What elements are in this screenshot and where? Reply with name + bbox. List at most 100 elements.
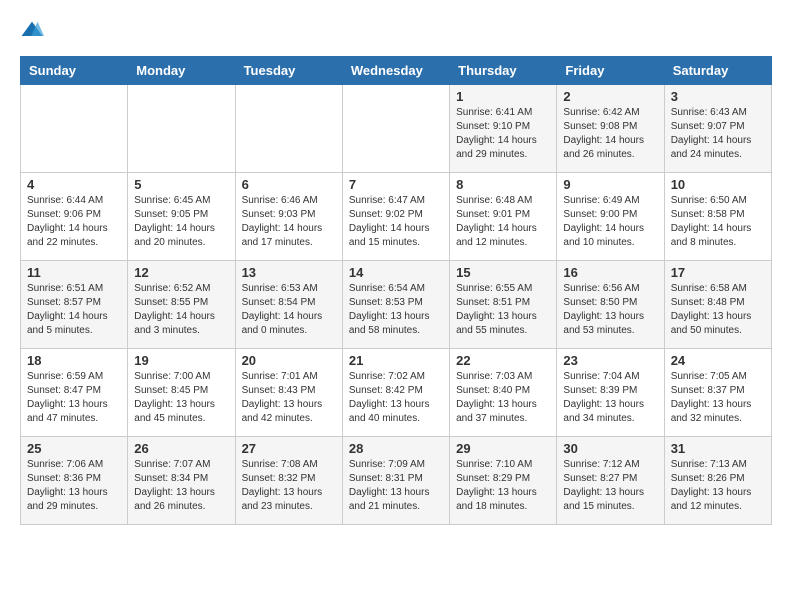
day-cell: 28 Sunrise: 7:09 AM Sunset: 8:31 PM Dayli…: [342, 437, 449, 525]
day-number: 26: [134, 441, 228, 456]
week-row-4: 18 Sunrise: 6:59 AM Sunset: 8:47 PM Dayli…: [21, 349, 772, 437]
day-cell: 11Sunrise: 6:51 AM Sunset: 8:57 PM Dayli…: [21, 261, 128, 349]
logo: [20, 20, 48, 40]
day-number: 10: [671, 177, 765, 192]
day-cell: 4 Sunrise: 6:44 AM Sunset: 9:06 PM Daylig…: [21, 173, 128, 261]
day-number: 4: [27, 177, 121, 192]
day-number: 2: [563, 89, 657, 104]
day-number: 1: [456, 89, 550, 104]
day-info: Sunrise: 6:42 AM Sunset: 9:08 PM Dayligh…: [563, 106, 657, 162]
day-cell: 7 Sunrise: 6:47 AM Sunset: 9:02 PM Daylig…: [342, 173, 449, 261]
day-cell: [235, 85, 342, 173]
day-cell: 9 Sunrise: 6:49 AM Sunset: 9:00 PM Daylig…: [557, 173, 664, 261]
day-info: Sunrise: 7:13 AM Sunset: 8:26 PM Dayligh…: [671, 458, 765, 514]
day-info: Sunrise: 7:03 AM Sunset: 8:40 PM Dayligh…: [456, 370, 550, 426]
day-info: Sunrise: 7:02 AM Sunset: 8:42 PM Dayligh…: [349, 370, 443, 426]
day-info: Sunrise: 7:12 AM Sunset: 8:27 PM Dayligh…: [563, 458, 657, 514]
day-info: Sunrise: 6:46 AM Sunset: 9:03 PM Dayligh…: [242, 194, 336, 250]
day-info: Sunrise: 7:09 AM Sunset: 8:31 PM Dayligh…: [349, 458, 443, 514]
weekday-header-saturday: Saturday: [664, 57, 771, 85]
day-info: Sunrise: 6:43 AM Sunset: 9:07 PM Dayligh…: [671, 106, 765, 162]
day-number: 30: [563, 441, 657, 456]
day-number: 23: [563, 353, 657, 368]
week-row-1: 1 Sunrise: 6:41 AM Sunset: 9:10 PM Daylig…: [21, 85, 772, 173]
day-info: Sunrise: 6:53 AM Sunset: 8:54 PM Dayligh…: [242, 282, 336, 338]
day-info: Sunrise: 7:07 AM Sunset: 8:34 PM Dayligh…: [134, 458, 228, 514]
day-cell: 15 Sunrise: 6:55 AM Sunset: 8:51 PM Dayli…: [450, 261, 557, 349]
day-number: 20: [242, 353, 336, 368]
day-number: 12: [134, 265, 228, 280]
day-number: 7: [349, 177, 443, 192]
day-number: 19: [134, 353, 228, 368]
day-number: 24: [671, 353, 765, 368]
weekday-header-thursday: Thursday: [450, 57, 557, 85]
day-number: 11: [27, 265, 121, 280]
day-number: 21: [349, 353, 443, 368]
day-number: 17: [671, 265, 765, 280]
day-number: 8: [456, 177, 550, 192]
calendar-table: SundayMondayTuesdayWednesdayThursdayFrid…: [20, 56, 772, 525]
day-cell: [128, 85, 235, 173]
day-info: Sunrise: 7:06 AM Sunset: 8:36 PM Dayligh…: [27, 458, 121, 514]
day-number: 28: [349, 441, 443, 456]
day-cell: 3 Sunrise: 6:43 AM Sunset: 9:07 PM Daylig…: [664, 85, 771, 173]
day-info: Sunrise: 6:45 AM Sunset: 9:05 PM Dayligh…: [134, 194, 228, 250]
week-row-2: 4 Sunrise: 6:44 AM Sunset: 9:06 PM Daylig…: [21, 173, 772, 261]
day-info: Sunrise: 6:48 AM Sunset: 9:01 PM Dayligh…: [456, 194, 550, 250]
day-cell: 13Sunrise: 6:53 AM Sunset: 8:54 PM Dayli…: [235, 261, 342, 349]
day-info: Sunrise: 6:44 AM Sunset: 9:06 PM Dayligh…: [27, 194, 121, 250]
day-number: 27: [242, 441, 336, 456]
day-cell: 19 Sunrise: 7:00 AM Sunset: 8:45 PM Dayli…: [128, 349, 235, 437]
day-cell: 2 Sunrise: 6:42 AM Sunset: 9:08 PM Daylig…: [557, 85, 664, 173]
day-number: 9: [563, 177, 657, 192]
day-info: Sunrise: 7:10 AM Sunset: 8:29 PM Dayligh…: [456, 458, 550, 514]
day-cell: 14 Sunrise: 6:54 AM Sunset: 8:53 PM Dayli…: [342, 261, 449, 349]
day-cell: 30 Sunrise: 7:12 AM Sunset: 8:27 PM Dayli…: [557, 437, 664, 525]
day-number: 31: [671, 441, 765, 456]
day-cell: [342, 85, 449, 173]
day-info: Sunrise: 6:47 AM Sunset: 9:02 PM Dayligh…: [349, 194, 443, 250]
day-info: Sunrise: 6:59 AM Sunset: 8:47 PM Dayligh…: [27, 370, 121, 426]
day-cell: 22 Sunrise: 7:03 AM Sunset: 8:40 PM Dayli…: [450, 349, 557, 437]
day-info: Sunrise: 6:56 AM Sunset: 8:50 PM Dayligh…: [563, 282, 657, 338]
day-number: 25: [27, 441, 121, 456]
weekday-header-monday: Monday: [128, 57, 235, 85]
day-cell: 18 Sunrise: 6:59 AM Sunset: 8:47 PM Dayli…: [21, 349, 128, 437]
week-row-3: 11Sunrise: 6:51 AM Sunset: 8:57 PM Dayli…: [21, 261, 772, 349]
day-cell: 10 Sunrise: 6:50 AM Sunset: 8:58 PM Dayli…: [664, 173, 771, 261]
day-number: 22: [456, 353, 550, 368]
day-number: 15: [456, 265, 550, 280]
day-number: 5: [134, 177, 228, 192]
day-info: Sunrise: 7:04 AM Sunset: 8:39 PM Dayligh…: [563, 370, 657, 426]
day-cell: 12 Sunrise: 6:52 AM Sunset: 8:55 PM Dayli…: [128, 261, 235, 349]
logo-icon: [20, 20, 44, 40]
day-cell: 16Sunrise: 6:56 AM Sunset: 8:50 PM Dayli…: [557, 261, 664, 349]
day-number: 29: [456, 441, 550, 456]
weekday-header-friday: Friday: [557, 57, 664, 85]
day-info: Sunrise: 6:54 AM Sunset: 8:53 PM Dayligh…: [349, 282, 443, 338]
day-cell: 1 Sunrise: 6:41 AM Sunset: 9:10 PM Daylig…: [450, 85, 557, 173]
day-cell: 8 Sunrise: 6:48 AM Sunset: 9:01 PM Daylig…: [450, 173, 557, 261]
day-info: Sunrise: 6:49 AM Sunset: 9:00 PM Dayligh…: [563, 194, 657, 250]
day-cell: 5 Sunrise: 6:45 AM Sunset: 9:05 PM Daylig…: [128, 173, 235, 261]
day-number: 18: [27, 353, 121, 368]
day-cell: 6Sunrise: 6:46 AM Sunset: 9:03 PM Daylig…: [235, 173, 342, 261]
day-info: Sunrise: 7:01 AM Sunset: 8:43 PM Dayligh…: [242, 370, 336, 426]
day-info: Sunrise: 7:00 AM Sunset: 8:45 PM Dayligh…: [134, 370, 228, 426]
day-cell: 31 Sunrise: 7:13 AM Sunset: 8:26 PM Dayli…: [664, 437, 771, 525]
day-number: 3: [671, 89, 765, 104]
day-cell: [21, 85, 128, 173]
day-cell: 27 Sunrise: 7:08 AM Sunset: 8:32 PM Dayli…: [235, 437, 342, 525]
day-cell: 23 Sunrise: 7:04 AM Sunset: 8:39 PM Dayli…: [557, 349, 664, 437]
day-number: 14: [349, 265, 443, 280]
weekday-header-row: SundayMondayTuesdayWednesdayThursdayFrid…: [21, 57, 772, 85]
day-info: Sunrise: 6:52 AM Sunset: 8:55 PM Dayligh…: [134, 282, 228, 338]
day-info: Sunrise: 7:08 AM Sunset: 8:32 PM Dayligh…: [242, 458, 336, 514]
day-cell: 21 Sunrise: 7:02 AM Sunset: 8:42 PM Dayli…: [342, 349, 449, 437]
day-info: Sunrise: 6:55 AM Sunset: 8:51 PM Dayligh…: [456, 282, 550, 338]
page-header: [20, 20, 772, 40]
day-info: Sunrise: 6:41 AM Sunset: 9:10 PM Dayligh…: [456, 106, 550, 162]
weekday-header-tuesday: Tuesday: [235, 57, 342, 85]
day-cell: 17Sunrise: 6:58 AM Sunset: 8:48 PM Dayli…: [664, 261, 771, 349]
day-info: Sunrise: 6:50 AM Sunset: 8:58 PM Dayligh…: [671, 194, 765, 250]
